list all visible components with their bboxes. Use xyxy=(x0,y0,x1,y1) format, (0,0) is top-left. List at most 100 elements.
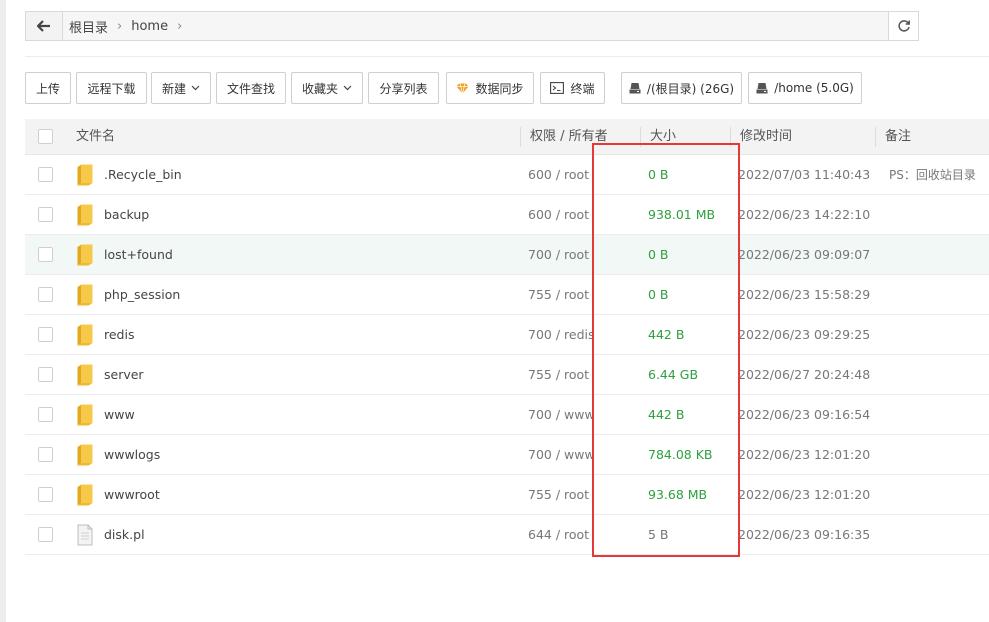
refresh-icon xyxy=(897,20,910,32)
file-size: 0 B xyxy=(648,167,669,182)
folder-icon xyxy=(77,164,93,189)
file-permission[interactable]: 700 / www xyxy=(528,435,594,475)
share-list-button[interactable]: 分享列表 xyxy=(368,72,439,104)
disk-root-button[interactable]: /(根目录) (26G) xyxy=(621,72,742,104)
diamond-icon xyxy=(456,82,469,94)
file-permission[interactable]: 755 / root xyxy=(528,355,594,395)
remote-download-button[interactable]: 远程下载 xyxy=(76,72,147,104)
data-sync-button[interactable]: 数据同步 xyxy=(446,72,534,104)
file-name[interactable]: backup xyxy=(104,195,149,235)
row-checkbox[interactable] xyxy=(38,447,53,462)
favorites-dropdown-button[interactable]: 收藏夹 xyxy=(291,72,363,104)
table-row[interactable]: www 700 / www 442 B 2022/06/23 09:16:54 xyxy=(25,395,989,435)
row-checkbox[interactable] xyxy=(38,247,53,262)
file-size: 0 B xyxy=(648,287,669,302)
file-permission[interactable]: 700 / redis xyxy=(528,315,594,355)
disk-home-button[interactable]: /home (5.0G) xyxy=(748,72,862,104)
file-size: 938.01 MB xyxy=(648,207,716,222)
file-name[interactable]: server xyxy=(104,355,144,395)
file-search-label: 文件查找 xyxy=(226,81,275,96)
header-permission[interactable]: 权限 / 所有者 xyxy=(530,119,608,155)
row-checkbox[interactable] xyxy=(38,327,53,342)
back-button[interactable] xyxy=(26,12,63,40)
file-search-button[interactable]: 文件查找 xyxy=(216,72,286,104)
file-name[interactable]: redis xyxy=(104,315,134,355)
file-note[interactable]: PS：回收站目录 xyxy=(889,155,976,195)
file-name[interactable]: wwwroot xyxy=(104,475,160,515)
file-name[interactable]: .Recycle_bin xyxy=(104,155,182,195)
new-dropdown-button[interactable]: 新建 xyxy=(151,72,211,104)
terminal-button[interactable]: 终端 xyxy=(540,72,605,104)
file-mtime: 2022/06/23 15:58:29 xyxy=(738,287,871,302)
file-mtime: 2022/06/23 14:22:10 xyxy=(738,207,871,222)
disk-icon xyxy=(629,82,641,94)
row-checkbox[interactable] xyxy=(38,287,53,302)
file-permission[interactable]: 755 / root xyxy=(528,275,594,315)
file-mtime: 2022/06/27 20:24:48 xyxy=(738,367,871,382)
file-size: 442 B xyxy=(648,327,685,342)
file-size: 442 B xyxy=(648,407,685,422)
table-row[interactable]: wwwroot 755 / root 93.68 MB 2022/06/23 12:0… xyxy=(25,475,989,515)
remote-download-label: 远程下载 xyxy=(87,81,136,96)
file-mtime: 2022/07/03 11:40:43 xyxy=(738,167,871,182)
file-permission[interactable]: 700 / www xyxy=(528,395,594,435)
chevron-down-icon xyxy=(191,85,200,91)
divider xyxy=(25,56,989,57)
table-header: 文件名 权限 / 所有者 大小 修改时间 备注 xyxy=(25,119,989,155)
file-mtime: 2022/06/23 12:01:20 xyxy=(738,447,871,462)
file-permission[interactable]: 755 / root xyxy=(528,475,594,515)
file-permission[interactable]: 600 / root xyxy=(528,195,594,235)
new-label: 新建 xyxy=(161,81,186,96)
row-checkbox[interactable] xyxy=(38,407,53,422)
disk-home-label: /home (5.0G) xyxy=(774,81,854,95)
chevron-right-icon: › xyxy=(117,18,123,34)
data-sync-label: 数据同步 xyxy=(475,81,524,96)
folder-icon xyxy=(77,364,93,389)
header-mtime[interactable]: 修改时间 xyxy=(740,119,792,155)
file-permission[interactable]: 700 / root xyxy=(528,235,594,275)
breadcrumb-root[interactable]: 根目录 xyxy=(69,17,108,36)
file-permission[interactable]: 600 / root xyxy=(528,155,594,195)
table-row[interactable]: php_session 755 / root 0 B 2022/06/23 15:58… xyxy=(25,275,989,315)
folder-icon xyxy=(77,484,93,509)
table-row[interactable]: wwwlogs 700 / www 784.08 KB 2022/06/23 12:0… xyxy=(25,435,989,475)
header-size[interactable]: 大小 xyxy=(650,119,676,155)
column-divider xyxy=(875,127,876,147)
terminal-label: 终端 xyxy=(570,81,595,96)
file-name[interactable]: wwwlogs xyxy=(104,435,160,475)
file-size: 93.68 MB xyxy=(648,487,708,502)
file-name[interactable]: lost+found xyxy=(104,235,173,275)
file-name[interactable]: www xyxy=(104,395,135,435)
share-list-label: 分享列表 xyxy=(379,81,428,96)
table-row[interactable]: backup 600 / root 938.01 MB 2022/06/23 14:2… xyxy=(25,195,989,235)
table-row[interactable]: .Recycle_bin 600 / root 0 B 2022/07/03 11:4… xyxy=(25,155,989,195)
row-checkbox[interactable] xyxy=(38,167,53,182)
file-name[interactable]: php_session xyxy=(104,275,180,315)
table-row[interactable]: server 755 / root 6.44 GB 2022/06/27 20:24:… xyxy=(25,355,989,395)
refresh-button[interactable] xyxy=(888,12,918,40)
table-row[interactable]: redis 700 / redis 442 B 2022/06/23 09:29:25 xyxy=(25,315,989,355)
file-permission[interactable]: 644 / root xyxy=(528,515,594,555)
table-row[interactable]: disk.pl 644 / root 5 B 2022/06/23 09:16:35 xyxy=(25,515,989,555)
row-checkbox[interactable] xyxy=(38,527,53,542)
folder-icon xyxy=(77,284,93,309)
row-checkbox[interactable] xyxy=(38,367,53,382)
chevron-down-icon xyxy=(343,85,352,91)
header-name[interactable]: 文件名 xyxy=(76,119,115,155)
breadcrumb: 根目录 › home › xyxy=(63,12,888,40)
path-bar: 根目录 › home › xyxy=(25,11,919,41)
file-name[interactable]: disk.pl xyxy=(104,515,145,555)
column-divider xyxy=(640,127,641,147)
file-mtime: 2022/06/23 12:01:20 xyxy=(738,487,871,502)
table-row[interactable]: lost+found 700 / root 0 B 2022/06/23 09:09:… xyxy=(25,235,989,275)
favorites-label: 收藏夹 xyxy=(301,81,338,96)
upload-button[interactable]: 上传 xyxy=(25,72,71,104)
select-all-checkbox[interactable] xyxy=(38,129,53,144)
file-size: 0 B xyxy=(648,247,669,262)
row-checkbox[interactable] xyxy=(38,207,53,222)
row-checkbox[interactable] xyxy=(38,487,53,502)
file-size: 6.44 GB xyxy=(648,367,699,382)
folder-icon xyxy=(77,444,93,469)
file-size: 5 B xyxy=(648,527,669,542)
breadcrumb-home[interactable]: home xyxy=(131,19,168,34)
